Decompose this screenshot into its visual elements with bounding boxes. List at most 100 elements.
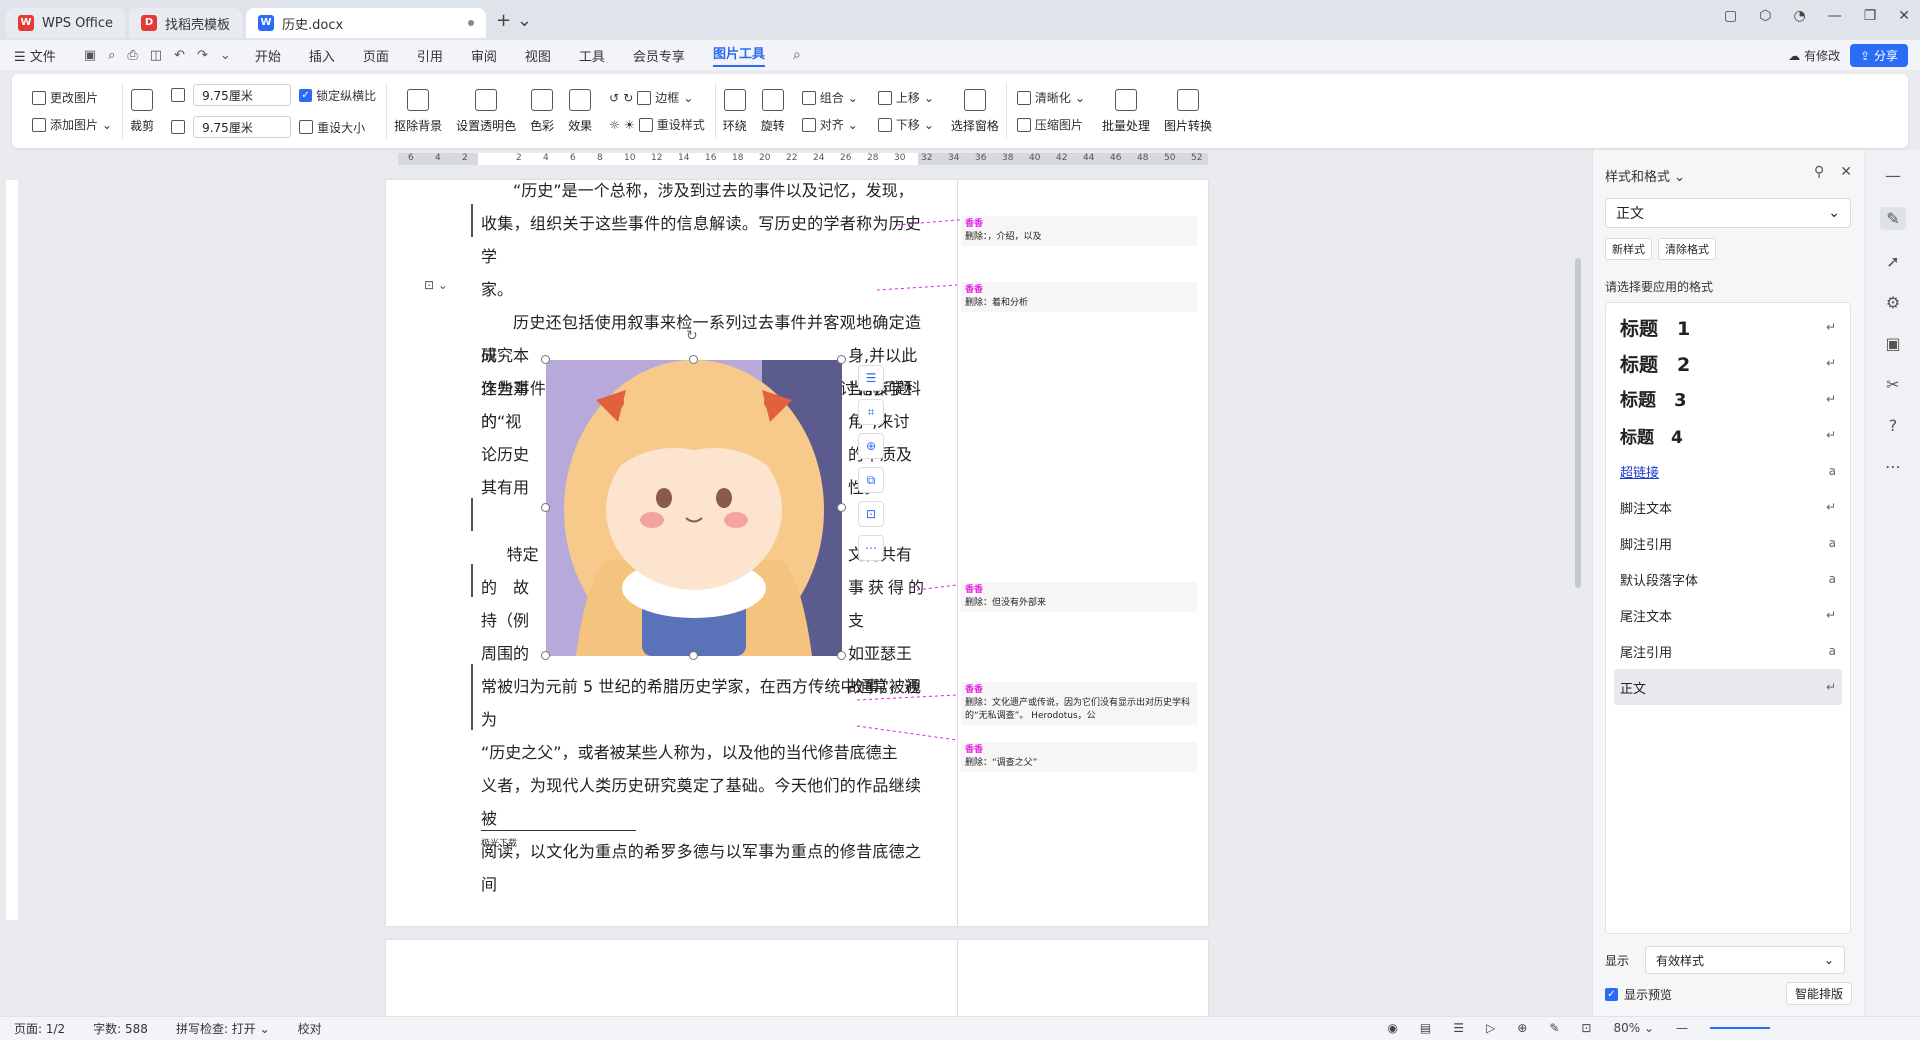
page-indicator[interactable]: 页面: 1/2 — [14, 1020, 65, 1037]
rotate-left-icon[interactable]: ↺ — [609, 91, 619, 105]
style-heading-4[interactable]: 标题 4 ↵ — [1614, 417, 1842, 453]
web-view-icon[interactable]: ⊕ — [1517, 1021, 1527, 1035]
show-preview-checkbox[interactable]: ✓ 显示预览 — [1605, 986, 1672, 1003]
style-footnote-text[interactable]: 脚注文本 ↵ — [1614, 489, 1842, 525]
vertical-scrollbar[interactable] — [1572, 150, 1584, 1016]
export-icon[interactable]: ⌕ — [108, 48, 115, 63]
undo-icon[interactable]: ↶ — [174, 48, 185, 63]
batch-process-button[interactable]: 批量处理 — [1095, 88, 1157, 134]
style-default-font[interactable]: 默认段落字体 a — [1614, 561, 1842, 597]
menu-member[interactable]: 会员专享 — [633, 46, 685, 65]
vertical-ruler[interactable] — [6, 180, 18, 920]
contrast-icon[interactable]: ☀ — [624, 118, 635, 132]
width-input[interactable]: 9.75厘米 — [193, 116, 292, 138]
outline-view-icon[interactable]: ☰ — [1453, 1021, 1464, 1035]
reset-size-button[interactable]: 重设大小 — [299, 119, 365, 136]
new-tab-icon[interactable]: + ⌄ — [496, 10, 532, 31]
show-filter-select[interactable]: 有效样式 ⌄ — [1645, 946, 1846, 974]
style-normal[interactable]: 正文 ↵ — [1614, 669, 1842, 705]
menu-review[interactable]: 审阅 — [471, 46, 497, 65]
wrap-button[interactable]: 环绕 — [716, 88, 754, 134]
sharpen-button[interactable]: 清晰化 ⌄ — [1016, 89, 1085, 106]
menu-insert[interactable]: 插入 — [309, 46, 335, 65]
revision-comment[interactable]: 香香 删除：“调查之父” — [961, 742, 1197, 772]
restore-icon[interactable]: ❐ — [1864, 8, 1877, 24]
revision-comment[interactable]: 香香 删除：文化遗产或传说，因为它们没有显示出对历史学科的“无私调查”。 Her… — [961, 682, 1197, 725]
word-count[interactable]: 字数: 588 — [93, 1020, 148, 1037]
print-preview-icon[interactable]: ◫ — [150, 48, 162, 63]
style-heading-2[interactable]: 标题 2 ↵ — [1614, 345, 1842, 381]
selection-pane-button[interactable]: 选择窗格 — [944, 88, 1006, 134]
change-image-button[interactable]: 更改图片 — [32, 89, 112, 106]
style-heading-1[interactable]: 标题 1 ↵ — [1614, 309, 1842, 345]
page-view-icon[interactable]: ▤ — [1420, 1021, 1431, 1035]
style-endnote-ref[interactable]: 尾注引用 a — [1614, 633, 1842, 669]
pen-icon[interactable]: ✎ — [1549, 1021, 1559, 1035]
redo-icon[interactable]: ↷ — [197, 48, 208, 63]
save-icon[interactable]: ▣ — [84, 48, 96, 63]
rotate-handle-icon[interactable]: ↻ — [686, 328, 698, 344]
bring-forward-button[interactable]: 上移 ⌄ — [877, 89, 934, 106]
search-icon[interactable]: ⌕ — [793, 47, 801, 63]
tab-document[interactable]: W 历史.docx — [246, 8, 487, 38]
set-transparent-button[interactable]: 设置透明色 — [449, 88, 523, 134]
close-panel-icon[interactable]: ✕ — [1840, 164, 1852, 180]
pin-icon[interactable]: ⚲ — [1814, 164, 1824, 180]
eye-icon[interactable]: ◉ — [1387, 1021, 1397, 1035]
remove-background-button[interactable]: 抠除背景 — [387, 88, 449, 134]
reset-style-button[interactable]: ☼ ☀ 重设样式 — [609, 116, 705, 133]
menu-page[interactable]: 页面 — [363, 46, 389, 65]
color-button[interactable]: 色彩 — [523, 88, 561, 134]
brightness-icon[interactable]: ☼ — [609, 118, 620, 132]
modified-button[interactable]: ☁ 有修改 — [1788, 47, 1840, 64]
height-input[interactable]: 9.75厘米 — [193, 84, 292, 106]
play-icon[interactable]: ▷ — [1486, 1021, 1495, 1035]
smart-layout-button[interactable]: 智能排版 — [1785, 982, 1852, 1005]
document-page[interactable]: ⊡ ⌄ “历史”是一个总称，涉及到过去的事件以及记忆，发现， 收集，组织关于这些… — [386, 180, 1208, 926]
menu-picture-tools[interactable]: 图片工具 — [712, 43, 765, 67]
style-heading-3[interactable]: 标题 3 ↵ — [1614, 381, 1842, 417]
file-menu[interactable]: ☰ 文件 — [14, 46, 56, 65]
horizontal-ruler[interactable]: 6 4 2 2 4 6 8 10 12 14 16 18 20 22 24 26 28 30 32 34 36 38 40 4… — [398, 153, 1208, 165]
new-style-button[interactable]: 新样式 — [1605, 238, 1652, 260]
style-footnote-ref[interactable]: 脚注引用 a — [1614, 525, 1842, 561]
compress-button[interactable]: 压缩图片 — [1016, 116, 1085, 133]
panel-title[interactable]: 样式和格式 ⌄ — [1605, 166, 1685, 185]
zoom-out-icon[interactable]: — — [1676, 1021, 1688, 1035]
help-icon[interactable]: ? — [1889, 416, 1898, 435]
layout-icon[interactable]: ▢ — [1724, 8, 1737, 24]
menu-tools[interactable]: 工具 — [579, 46, 605, 65]
image-convert-button[interactable]: 图片转换 — [1157, 88, 1219, 134]
resize-handle[interactable] — [541, 503, 550, 512]
zoom-level[interactable]: 80% ⌄ — [1613, 1021, 1654, 1035]
tools-icon[interactable]: ✂ — [1886, 375, 1899, 394]
proofread[interactable]: 校对 — [298, 1020, 322, 1037]
more-icon[interactable]: ⌄ — [220, 48, 231, 63]
current-style-select[interactable]: 正文 ⌄ — [1605, 198, 1851, 228]
spell-check[interactable]: 拼写检查: 打开 ⌄ — [176, 1020, 270, 1037]
send-backward-button[interactable]: 下移 ⌄ — [877, 116, 934, 133]
menu-reference[interactable]: 引用 — [417, 46, 443, 65]
align-button[interactable]: 对齐 ⌄ — [801, 116, 858, 133]
style-hyperlink[interactable]: 超链接 a — [1614, 453, 1842, 489]
adjust-icon[interactable]: ⚙ — [1886, 293, 1900, 312]
select-cursor-icon[interactable]: ➚ — [1886, 252, 1899, 271]
image-edit-icon[interactable]: ▣ — [1885, 334, 1900, 353]
share-button[interactable]: ⇪ 分享 — [1850, 44, 1908, 67]
selected-image[interactable] — [546, 360, 842, 656]
minimize-icon[interactable]: — — [1828, 8, 1842, 24]
revision-comment[interactable]: 香香 删除：，介绍，以及 — [961, 216, 1197, 246]
tab-template[interactable]: D 找稻壳模板 — [129, 8, 243, 38]
resize-handle[interactable] — [541, 355, 550, 364]
clear-format-button[interactable]: 清除格式 — [1658, 238, 1716, 260]
revision-comment[interactable]: 香香 删除：着和分析 — [961, 282, 1197, 312]
close-icon[interactable]: ✕ — [1898, 8, 1910, 24]
resize-handle[interactable] — [541, 651, 550, 660]
resize-handle[interactable] — [689, 651, 698, 660]
scrollbar-thumb[interactable] — [1575, 258, 1581, 588]
cube-icon[interactable]: ⬡ — [1759, 8, 1771, 24]
styles-pen-icon[interactable]: ✎ — [1880, 207, 1906, 230]
rotate-right-icon[interactable]: ↻ — [623, 91, 633, 105]
avatar[interactable]: ◔ — [1793, 8, 1805, 24]
add-image-button[interactable]: 添加图片 ⌄ — [32, 116, 112, 133]
